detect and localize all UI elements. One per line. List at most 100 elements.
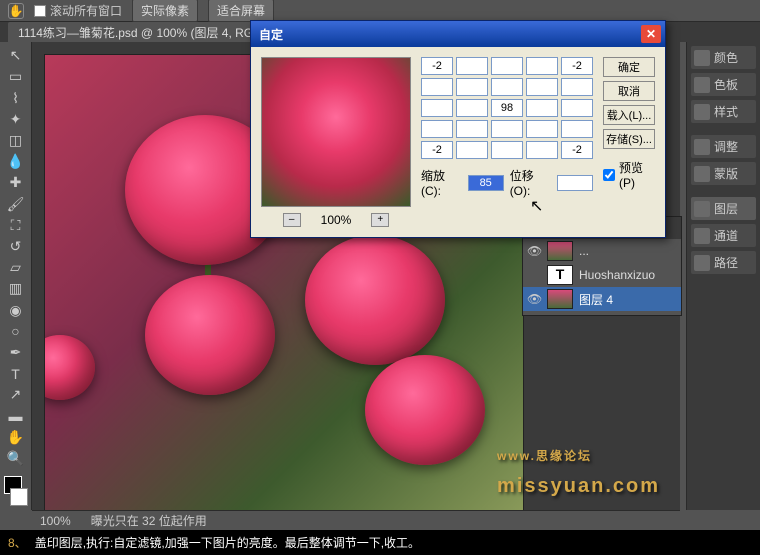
wand-tool[interactable]: ✦ — [4, 110, 28, 129]
dodge-tool[interactable]: ○ — [4, 322, 28, 341]
matrix-cell[interactable] — [526, 99, 558, 117]
matrix-cell[interactable]: 98 — [491, 99, 523, 117]
actual-pixels-button[interactable]: 实际像素 — [132, 0, 198, 22]
panel-adjustments[interactable]: 调整 — [691, 135, 756, 158]
visibility-icon[interactable] — [527, 268, 541, 282]
matrix-cell[interactable] — [456, 57, 488, 75]
matrix-cell[interactable] — [491, 120, 523, 138]
blur-tool[interactable]: ◉ — [4, 300, 28, 319]
matrix-cell[interactable] — [526, 57, 558, 75]
matrix-cell[interactable] — [421, 99, 453, 117]
matrix-cell[interactable]: -2 — [421, 57, 453, 75]
cancel-button[interactable]: 取消 — [603, 81, 655, 101]
matrix-cell[interactable] — [456, 78, 488, 96]
matrix-cell[interactable] — [491, 57, 523, 75]
dialog-preview-column: – 100% + — [261, 57, 411, 227]
offset-label: 位移(O): — [510, 167, 551, 198]
step-number: 8、 — [8, 534, 27, 551]
move-tool[interactable]: ↖ — [4, 46, 28, 65]
panel-swatches[interactable]: 色板 — [691, 73, 756, 96]
type-tool[interactable]: T — [4, 364, 28, 383]
panel-color[interactable]: 颜色 — [691, 46, 756, 69]
heal-tool[interactable]: ✚ — [4, 173, 28, 192]
matrix-cell[interactable] — [526, 141, 558, 159]
status-note: 曝光只在 32 位起作用 — [91, 512, 207, 529]
layer-name: Huoshanxizuo — [579, 268, 655, 282]
fit-screen-button[interactable]: 适合屏幕 — [208, 0, 274, 22]
matrix-cell[interactable] — [421, 78, 453, 96]
panel-layers[interactable]: 图层 — [691, 197, 756, 220]
matrix-cell[interactable] — [561, 78, 593, 96]
right-panel-dock: 颜色 色板 样式 调整 蒙版 图层 通道 路径 — [686, 42, 760, 510]
gradient-tool[interactable]: ▥ — [4, 279, 28, 298]
ok-button[interactable]: 确定 — [603, 57, 655, 77]
save-button[interactable]: 存储(S)... — [603, 129, 655, 149]
matrix-cell[interactable] — [421, 120, 453, 138]
matrix-cell[interactable] — [456, 99, 488, 117]
adjustments-icon — [694, 139, 710, 155]
dialog-titlebar[interactable]: 自定 ✕ — [251, 21, 665, 47]
panel-masks[interactable]: 蒙版 — [691, 162, 756, 185]
layers-icon — [694, 201, 710, 217]
matrix-cell[interactable] — [456, 120, 488, 138]
scale-input[interactable] — [468, 175, 504, 191]
options-bar: ✋ 滚动所有窗口 实际像素 适合屏幕 — [0, 0, 760, 22]
panel-channels[interactable]: 通道 — [691, 224, 756, 247]
stamp-tool[interactable]: ⛶ — [4, 216, 28, 235]
load-button[interactable]: 载入(L)... — [603, 105, 655, 125]
matrix-cell[interactable]: -2 — [561, 57, 593, 75]
scale-label: 缩放(C): — [421, 167, 462, 198]
layer-row-selected[interactable]: 👁 图层 4 — [523, 287, 681, 311]
close-icon[interactable]: ✕ — [641, 25, 661, 43]
matrix-cell[interactable] — [491, 141, 523, 159]
matrix-cell[interactable] — [526, 120, 558, 138]
crop-tool[interactable]: ◫ — [4, 131, 28, 150]
scroll-all-checkbox[interactable] — [34, 5, 46, 17]
preview-checkbox[interactable] — [603, 169, 615, 181]
pen-tool[interactable]: ✒ — [4, 343, 28, 362]
tab-label: 1114练习—雏菊花.psd @ 100% (图层 4, RGB/8) — [18, 26, 275, 40]
matrix-cell[interactable] — [526, 78, 558, 96]
layer-thumb — [547, 289, 573, 309]
path-tool[interactable]: ↗ — [4, 385, 28, 404]
shape-tool[interactable]: ▬ — [4, 406, 28, 425]
flower-graphic — [145, 275, 275, 395]
matrix-cell[interactable]: -2 — [561, 141, 593, 159]
filter-preview[interactable] — [261, 57, 411, 207]
lasso-tool[interactable]: ⌇ — [4, 88, 28, 107]
panel-styles[interactable]: 样式 — [691, 100, 756, 123]
hand-tool-icon[interactable]: ✋ — [8, 3, 24, 19]
hand-tool[interactable]: ✋ — [4, 428, 28, 447]
visibility-icon[interactable]: 👁 — [527, 292, 541, 306]
zoom-tool[interactable]: 🔍 — [4, 449, 28, 468]
channels-icon — [694, 228, 710, 244]
background-swatch[interactable] — [10, 488, 28, 506]
panel-paths[interactable]: 路径 — [691, 251, 756, 274]
zoom-display[interactable]: 100% — [40, 514, 71, 528]
matrix-cell[interactable] — [491, 78, 523, 96]
tools-panel: ↖ ▭ ⌇ ✦ ◫ 💧 ✚ 🖌 ⛶ ↺ ▱ ▥ ◉ ○ ✒ T ↗ ▬ ✋ 🔍 — [0, 42, 32, 510]
flower-graphic — [44, 335, 95, 400]
matrix-cell[interactable]: -2 — [421, 141, 453, 159]
history-brush-tool[interactable]: ↺ — [4, 237, 28, 256]
color-swatches[interactable] — [4, 476, 28, 506]
status-bar: 100% 曝光只在 32 位起作用 — [32, 510, 680, 530]
matrix-cell[interactable] — [561, 120, 593, 138]
brush-tool[interactable]: 🖌 — [4, 194, 28, 213]
eraser-tool[interactable]: ▱ — [4, 258, 28, 277]
matrix-cell[interactable] — [561, 99, 593, 117]
document-tab[interactable]: 1114练习—雏菊花.psd @ 100% (图层 4, RGB/8) — [8, 22, 285, 43]
swatches-icon — [694, 77, 710, 93]
marquee-tool[interactable]: ▭ — [4, 67, 28, 86]
layer-row[interactable]: T Huoshanxizuo — [523, 263, 681, 287]
custom-filter-dialog: 自定 ✕ – 100% + -2 -2 98 -2 -2 缩放(C): 位移(O): 确… — [250, 20, 666, 238]
visibility-icon[interactable]: 👁 — [527, 244, 541, 258]
zoom-in-button[interactable]: + — [371, 213, 389, 227]
eyedropper-tool[interactable]: 💧 — [4, 152, 28, 171]
layer-row[interactable]: 👁 ... — [523, 239, 681, 263]
dialog-title: 自定 — [259, 26, 283, 43]
matrix-cell[interactable] — [456, 141, 488, 159]
zoom-out-button[interactable]: – — [283, 213, 301, 227]
matrix-grid: -2 -2 98 -2 -2 缩放(C): 位移(O): — [421, 57, 593, 227]
offset-input[interactable] — [557, 175, 593, 191]
